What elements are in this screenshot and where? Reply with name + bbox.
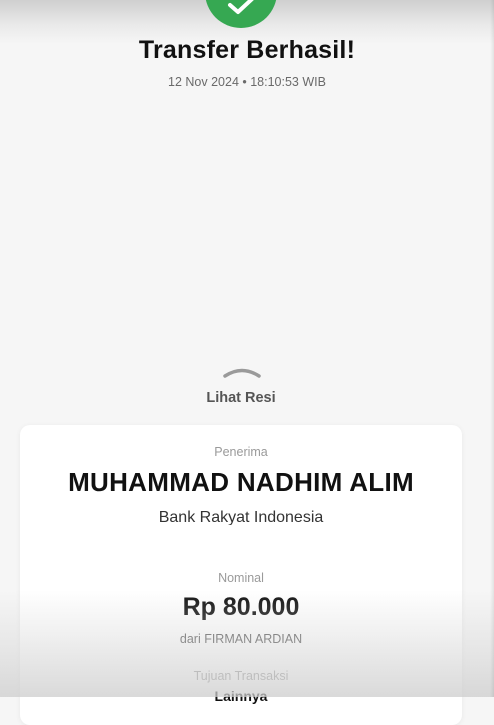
nominal-label: Nominal (218, 571, 264, 585)
recipient-name: MUHAMMAD NADHIM ALIM (68, 467, 414, 497)
purpose-label: Tujuan Transaksi (193, 669, 289, 683)
sender-name: dari FIRMAN ARDIAN (179, 632, 303, 646)
recipient-bank: Bank Rakyat Indonesia (158, 509, 324, 525)
transfer-amount: Rp 80.000 (182, 593, 300, 621)
right-edge-shadow (490, 0, 494, 697)
page-title: Transfer Berhasil! (138, 36, 356, 64)
check-circle-icon (228, 0, 254, 14)
recipient-label: Penerima (214, 445, 268, 459)
purpose-value: Lainnya (214, 688, 268, 704)
transaction-timestamp: 12 Nov 2024 • 18:10:53 WIB (168, 75, 326, 89)
chevron-up-icon[interactable] (222, 365, 262, 379)
receipt-card: Penerima MUHAMMAD NADHIM ALIM Bank Rakya… (20, 425, 462, 725)
view-receipt-button[interactable]: Lihat Resi (0, 390, 482, 406)
